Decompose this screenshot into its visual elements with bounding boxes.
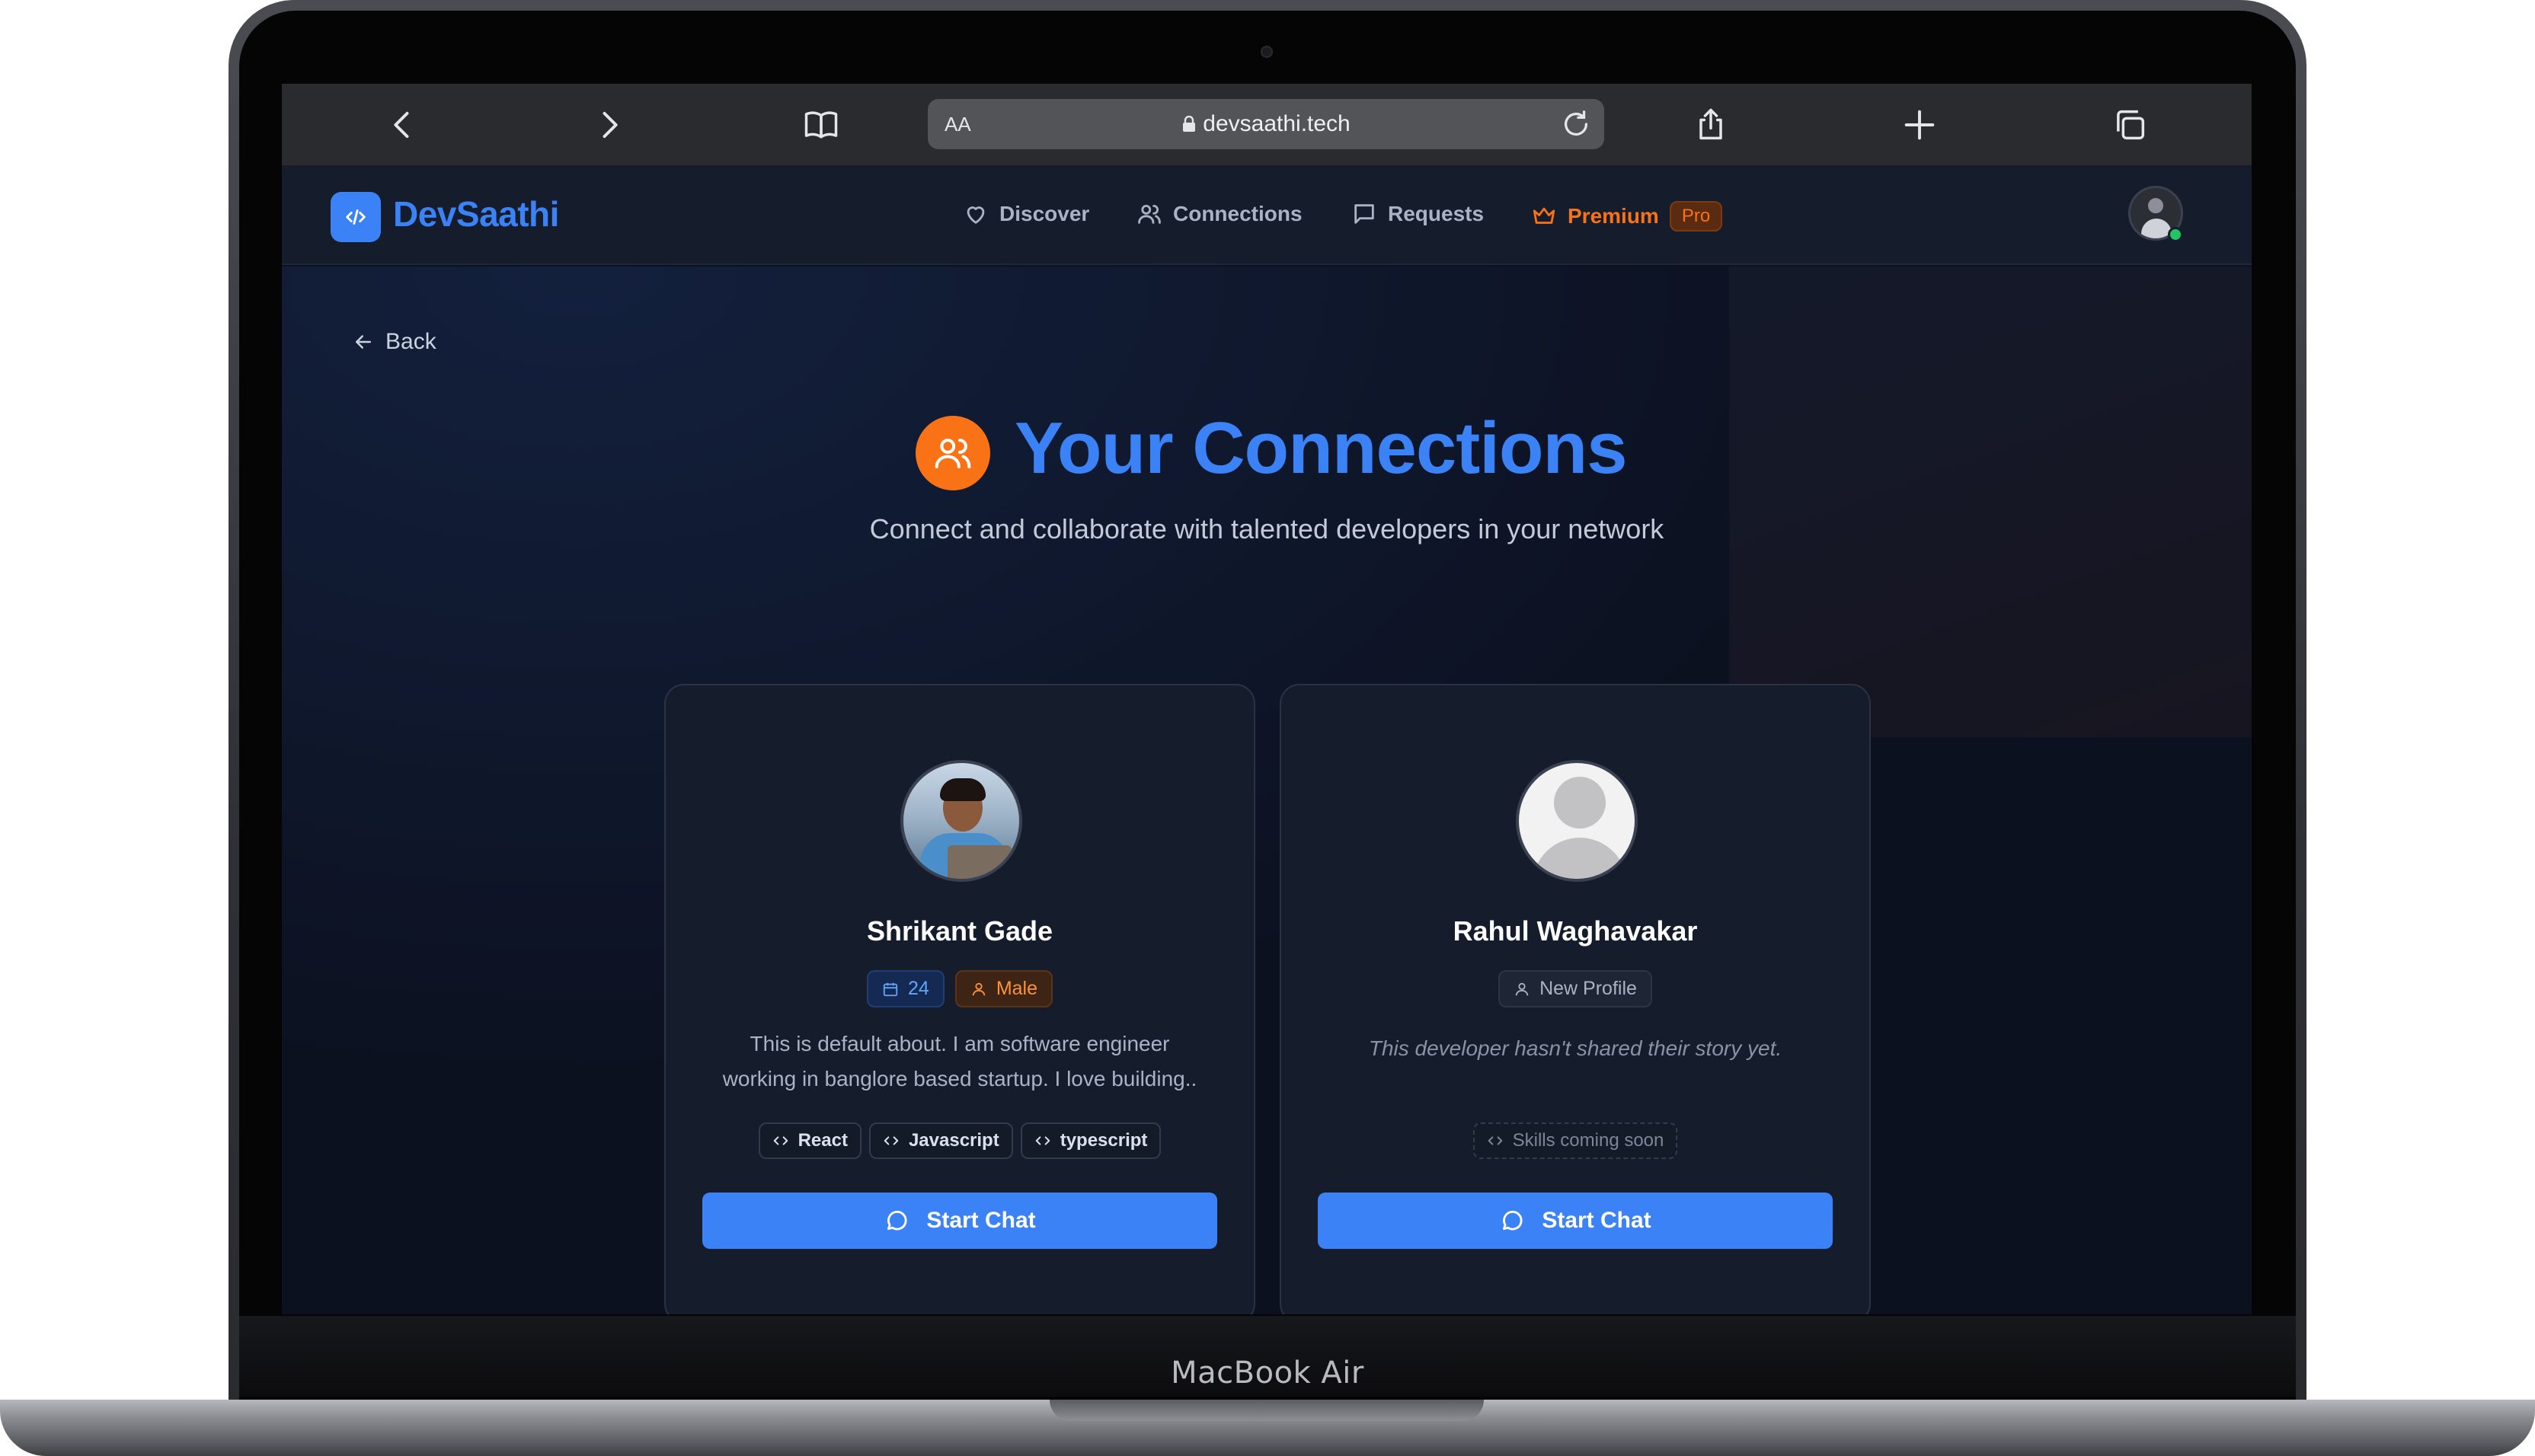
brand-logo-icon[interactable] [331,192,381,242]
url-text: devsaathi.tech [1203,111,1351,136]
start-chat-label: Start Chat [926,1208,1036,1233]
nav-premium-label: Premium [1568,204,1659,228]
page-title: Your Connections [1015,407,1628,489]
gender-value: Male [996,978,1037,999]
connection-name: Shrikant Gade [866,915,1053,947]
users-icon [916,416,990,490]
about-placeholder: This developer hasn't shared their story… [1368,1036,1782,1060]
nav-premium[interactable]: Premium Pro [1531,201,1723,231]
skills-placeholder-label: Skills coming soon [1512,1130,1664,1151]
about-text: This is default about. I am software eng… [708,1027,1211,1097]
about-line-1: This is default about. I am software eng… [750,1032,1170,1055]
about-line-2: working in banglore based startup. I lov… [722,1067,1197,1090]
back-arrow-icon[interactable] [382,105,422,145]
camera-icon [1261,46,1273,58]
connection-name: Rahul Waghavakar [1453,915,1698,947]
user-icon [1515,982,1529,995]
back-button[interactable]: Back [352,329,436,355]
start-chat-button[interactable]: Start Chat [702,1193,1217,1249]
code-icon [1488,1136,1502,1145]
nav-connections[interactable]: Connections [1136,201,1303,227]
calendar-icon [883,982,898,996]
share-icon[interactable] [1691,105,1731,145]
crown-icon [1533,207,1555,224]
gender-badge: Male [954,970,1053,1007]
arrow-left-icon [356,335,371,349]
device-label: MacBook Air [1171,1355,1364,1391]
brand-name[interactable]: DevSaathi [393,193,559,235]
skill-label: React [798,1130,848,1151]
heart-icon [967,206,985,224]
age-value: 24 [908,978,929,999]
page-subtitle: Connect and collaborate with talented de… [869,513,1664,544]
lock-icon [1183,116,1196,132]
nav-connections-label: Connections [1173,202,1303,225]
default-avatar [1516,760,1638,882]
background-panel [1729,267,2252,737]
back-label: Back [385,329,436,354]
skill-tag: Javascript [868,1122,1013,1159]
nav-requests[interactable]: Requests [1351,201,1484,227]
badge-row: New Profile [1281,970,1869,1007]
new-profile-badge: New Profile [1498,970,1652,1007]
skill-label: Javascript [908,1130,999,1151]
connection-card: Shrikant Gade 24 Male This is default ab… [664,684,1255,1314]
badge-row: 24 Male [666,970,1254,1007]
skills-list: Skills coming soon [1281,1122,1869,1159]
app-navbar: DevSaathi Discover Connections Requests … [282,166,2252,265]
address-bar[interactable]: AA devsaathi.tech [928,99,1604,149]
message-circle-icon [887,1210,907,1231]
skills-placeholder: Skills coming soon [1472,1122,1678,1159]
code-icon [773,1136,788,1145]
bookmarks-icon[interactable] [801,105,841,145]
browser-toolbar: AA devsaathi.tech [282,84,2252,166]
skill-tag: React [758,1122,862,1159]
skill-tag: typescript [1020,1122,1162,1159]
user-icon [972,982,986,995]
online-status-indicator [2168,227,2183,242]
screen: AA devsaathi.tech DevSaathi Discover Con… [282,84,2252,1314]
code-icon [1035,1136,1050,1145]
pro-badge: Pro [1669,201,1723,231]
profile-photo [900,760,1022,882]
start-chat-label: Start Chat [1542,1208,1651,1233]
nav-requests-label: Requests [1388,202,1485,225]
skills-list: React Javascript typescript [666,1122,1254,1159]
skill-label: typescript [1060,1130,1148,1151]
nav-discover[interactable]: Discover [963,201,1089,227]
start-chat-button[interactable]: Start Chat [1318,1193,1833,1249]
code-icon [884,1136,899,1145]
connection-card: Rahul Waghavakar New Profile This develo… [1280,684,1871,1314]
laptop-notch [1050,1400,1484,1421]
tabs-overview-icon[interactable] [2110,105,2150,145]
forward-arrow-icon[interactable] [590,105,629,145]
main-content: Back Your Connections Connect and collab… [282,267,2252,1314]
age-badge: 24 [867,970,945,1007]
new-profile-label: New Profile [1539,978,1637,999]
message-circle-icon [1503,1210,1523,1231]
url-display: devsaathi.tech [928,111,1604,137]
users-icon [1138,204,1161,224]
message-square-icon [1354,204,1374,224]
reload-icon[interactable] [1558,107,1594,142]
nav-discover-label: Discover [999,202,1090,225]
new-tab-icon[interactable] [1900,105,1939,145]
